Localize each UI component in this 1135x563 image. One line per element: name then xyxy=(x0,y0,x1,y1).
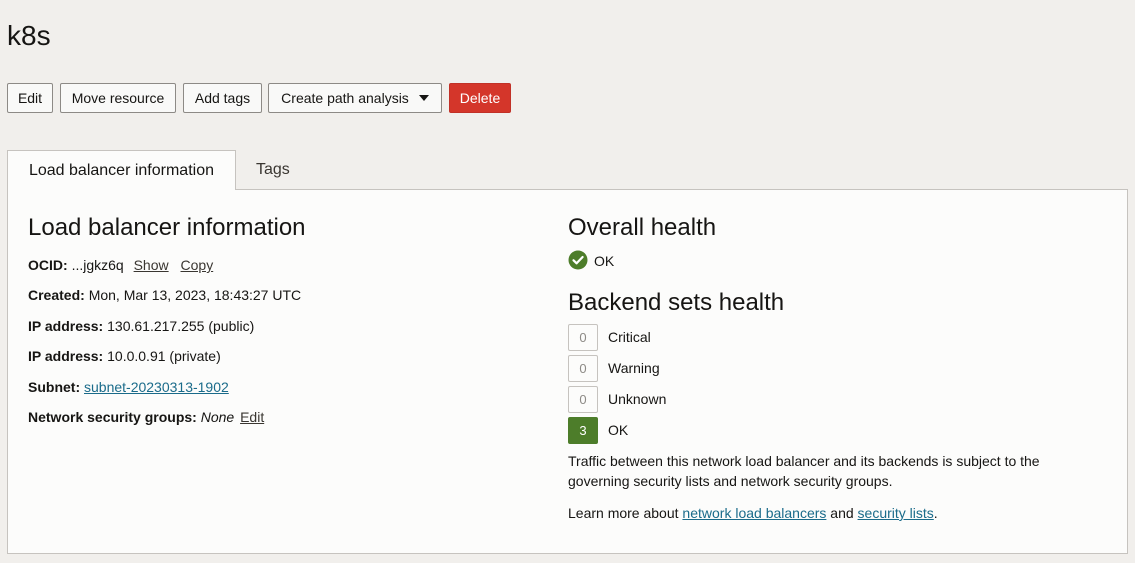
ocid-row: OCID: ...jgkz6q Show Copy xyxy=(28,257,213,273)
overall-status-text: OK xyxy=(594,253,615,269)
page-title: k8s xyxy=(7,20,51,51)
tab-tags[interactable]: Tags xyxy=(256,150,290,190)
ocid-value: ...jgkz6q xyxy=(71,257,124,273)
add-tags-button[interactable]: Add tags xyxy=(183,83,262,113)
overall-health-heading: Overall health xyxy=(568,214,717,241)
ip-label: IP address: xyxy=(28,348,104,364)
created-row: Created: Mon, Mar 13, 2023, 18:43:27 UTC xyxy=(28,287,301,303)
created-value: Mon, Mar 13, 2023, 18:43:27 UTC xyxy=(88,287,302,303)
security-lists-link[interactable]: security lists xyxy=(858,505,934,521)
ip-private-value: 10.0.0.91 (private) xyxy=(107,348,221,364)
learn-and: and xyxy=(830,505,854,521)
warning-count-badge: 0 xyxy=(568,355,598,382)
edit-button[interactable]: Edit xyxy=(7,83,53,113)
tab-load-balancer-information[interactable]: Load balancer information xyxy=(7,150,236,190)
create-path-analysis-label: Create path analysis xyxy=(281,90,409,106)
ip-public-value: 130.61.217.255 (public) xyxy=(107,318,255,334)
ip-public-row: IP address: 130.61.217.255 (public) xyxy=(28,318,254,334)
nsg-row: Network security groups: None Edit xyxy=(28,409,264,425)
created-label: Created: xyxy=(28,287,85,303)
subnet-link[interactable]: subnet-20230313-1902 xyxy=(84,379,229,395)
traffic-note: Traffic between this network load balanc… xyxy=(568,453,1040,489)
ocid-label: OCID: xyxy=(28,257,68,273)
learn-suffix: . xyxy=(933,505,938,521)
details-panel: Load balancer information OCID: ...jgkz6… xyxy=(7,189,1128,554)
ip-label: IP address: xyxy=(28,318,104,334)
check-circle-icon xyxy=(568,250,588,270)
learn-prefix: Learn more about xyxy=(568,505,679,521)
ok-count-badge: 3 xyxy=(568,417,598,444)
delete-button[interactable]: Delete xyxy=(449,83,511,113)
info-heading: Load balancer information xyxy=(28,214,306,241)
learn-more: Learn more about network load balancers … xyxy=(568,503,1088,523)
warning-label: Warning xyxy=(608,360,660,376)
move-resource-button[interactable]: Move resource xyxy=(60,83,176,113)
caret-down-icon xyxy=(418,95,429,102)
ip-private-row: IP address: 10.0.0.91 (private) xyxy=(28,348,221,364)
network-load-balancers-link[interactable]: network load balancers xyxy=(682,505,826,521)
nsg-value: None xyxy=(200,409,235,425)
critical-count-badge: 0 xyxy=(568,324,598,351)
subnet-label: Subnet: xyxy=(28,379,81,395)
unknown-count-badge: 0 xyxy=(568,386,598,413)
nsg-label: Network security groups: xyxy=(28,409,197,425)
nsg-edit-link[interactable]: Edit xyxy=(240,409,264,425)
ok-label: OK xyxy=(608,422,629,438)
backend-health-heading: Backend sets health xyxy=(568,289,785,316)
ocid-show-link[interactable]: Show xyxy=(134,257,169,273)
unknown-label: Unknown xyxy=(608,391,667,407)
critical-label: Critical xyxy=(608,329,651,345)
ocid-copy-link[interactable]: Copy xyxy=(181,257,214,273)
create-path-analysis-button[interactable]: Create path analysis xyxy=(268,83,442,113)
subnet-row: Subnet: subnet-20230313-1902 xyxy=(28,379,229,395)
